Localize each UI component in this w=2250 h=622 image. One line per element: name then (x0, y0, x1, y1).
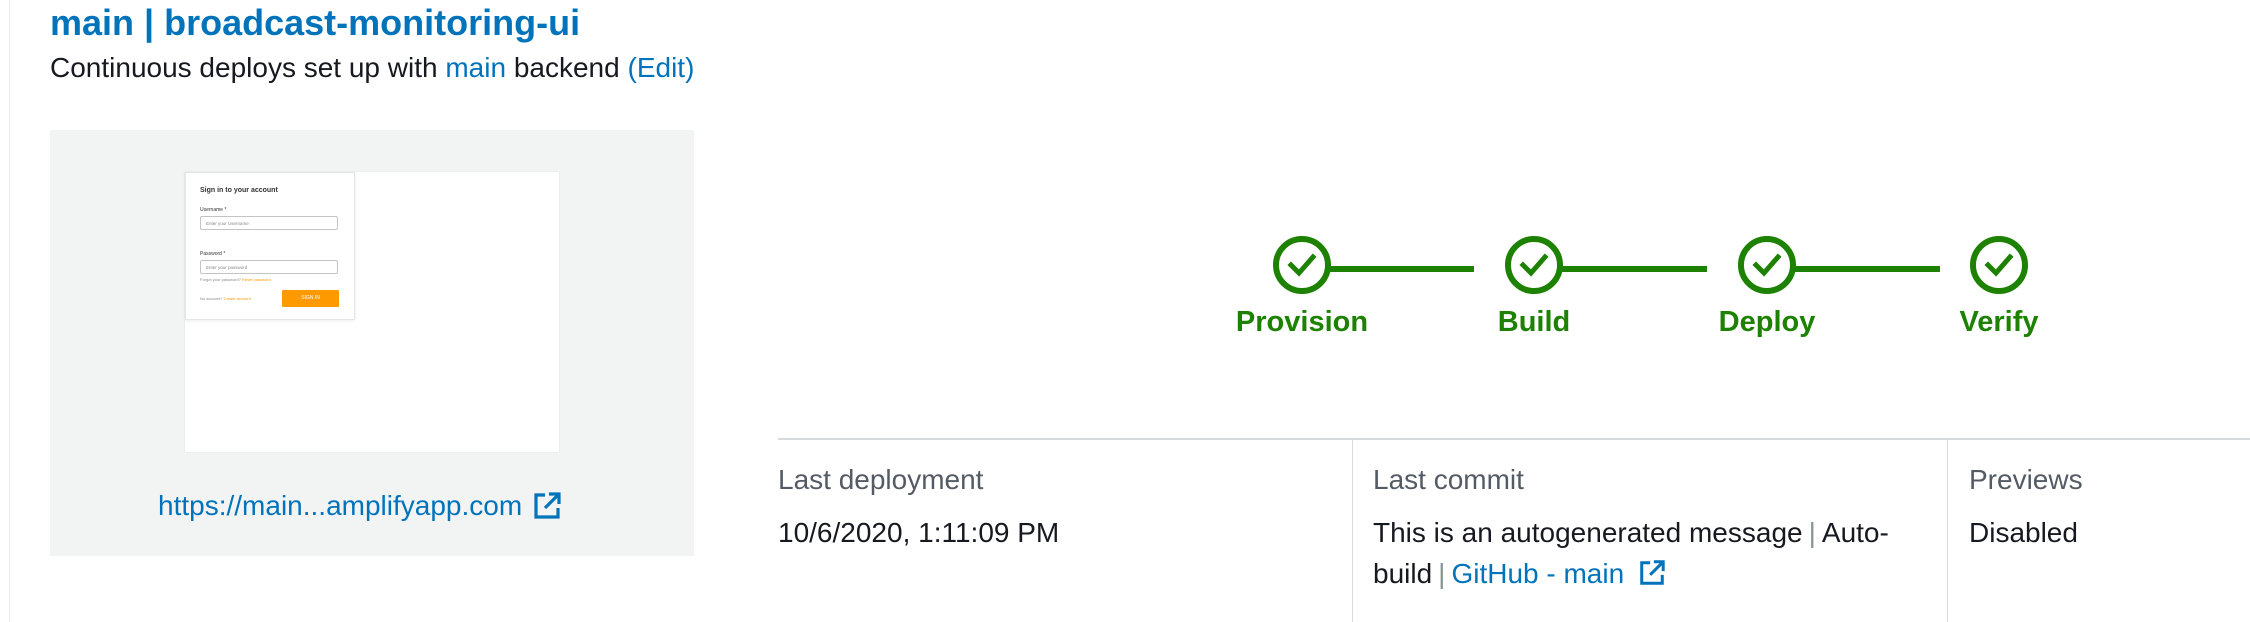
forgot-label: Forgot your password? (200, 277, 241, 282)
summary-divider (778, 438, 2250, 440)
previews-section: Previews Disabled (1969, 464, 2229, 553)
pipeline-step-provision[interactable]: Provision (1202, 230, 1402, 339)
check-icon (1970, 236, 2028, 294)
check-icon (1738, 236, 1796, 294)
edit-backend-link[interactable]: (Edit) (628, 52, 695, 83)
forgot-password-text: Forgot your password? Reset password (200, 277, 271, 282)
separator: | (1438, 558, 1446, 589)
pipeline-step-build[interactable]: Build (1434, 230, 1634, 339)
app-screenshot-thumbnail[interactable]: Sign in to your account Username * Enter… (185, 172, 559, 452)
backend-link[interactable]: main (445, 52, 506, 83)
last-commit-label: Last commit (1373, 464, 1524, 495)
repo-link[interactable]: GitHub - main (1451, 558, 1624, 589)
separator: | (1808, 517, 1816, 548)
step-label: Verify (1959, 306, 2039, 338)
last-deployment-label: Last deployment (778, 464, 984, 495)
step-label: Deploy (1718, 306, 1816, 338)
login-title: Sign in to your account (200, 187, 278, 194)
check-icon (1505, 236, 1563, 294)
app-url-text[interactable]: https://main...amplifyapp.com (158, 490, 522, 522)
last-commit-section: Last commit This is an autogenerated mes… (1373, 464, 1913, 594)
previews-value: Disabled (1969, 517, 2078, 548)
step-label: Build (1497, 306, 1571, 338)
last-commit-value: This is an autogenerated message | Auto-bu… (1373, 512, 1913, 594)
column-divider (1352, 440, 1353, 622)
commit-message: This is an autogenerated message (1373, 517, 1803, 548)
pipeline-step-deploy[interactable]: Deploy (1667, 230, 1867, 339)
create-account-link-preview: Create account (223, 296, 251, 301)
create-account-text: No account? Create account (200, 296, 251, 301)
last-deployment-section: Last deployment 10/6/2020, 1:11:09 PM (778, 464, 1328, 553)
subtitle-prefix: Continuous deploys set up with (50, 52, 438, 83)
check-icon (1273, 236, 1331, 294)
app-preview-panel: Sign in to your account Username * Enter… (50, 130, 694, 556)
column-divider (1947, 440, 1948, 622)
last-deployment-value: 10/6/2020, 1:11:09 PM (778, 517, 1060, 548)
password-label: Password * (200, 251, 226, 257)
subtitle-suffix: backend (513, 52, 620, 83)
previews-label: Previews (1969, 464, 2083, 495)
no-account-label: No account? (200, 296, 223, 301)
app-url-link[interactable]: https://main...amplifyapp.com (158, 490, 562, 522)
external-link-icon[interactable] (1638, 559, 1666, 587)
step-label: Provision (1235, 306, 1369, 338)
pipeline-step-verify[interactable]: Verify (1899, 230, 2099, 339)
sign-in-button-preview: SIGN IN (282, 290, 339, 307)
external-link-icon[interactable] (532, 491, 562, 521)
deployment-pipeline: Provision Build Deploy Verify (1236, 230, 2040, 350)
login-card-preview: Sign in to your account Username * Enter… (185, 172, 355, 320)
left-panel-border (0, 0, 10, 622)
deploy-subtitle: Continuous deploys set up with main back… (50, 52, 694, 84)
username-label: Username * (200, 207, 227, 213)
username-field-preview: Enter your Username (200, 216, 338, 230)
password-field-preview: Enter your password (200, 260, 338, 274)
page-title: main | broadcast-monitoring-ui (50, 2, 581, 43)
reset-link-preview: Reset password (242, 277, 271, 282)
